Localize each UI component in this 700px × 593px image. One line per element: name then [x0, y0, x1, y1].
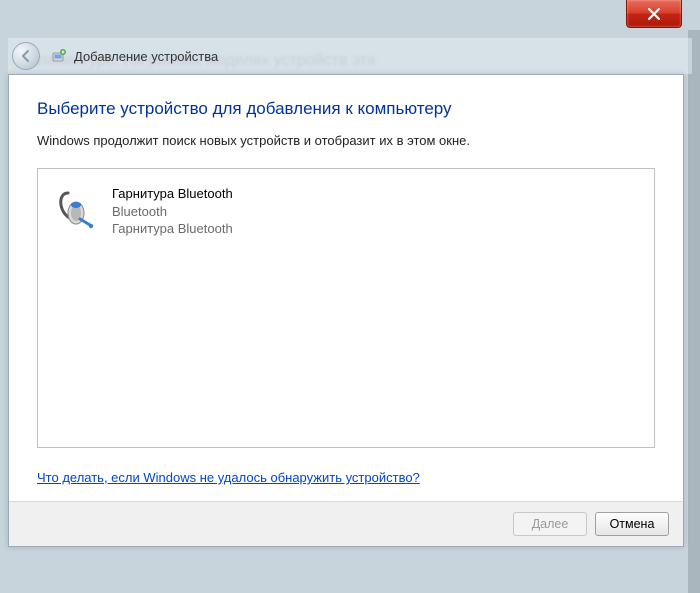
device-name: Гарнитура Bluetooth: [112, 185, 233, 203]
help-link[interactable]: Что делать, если Windows не удалось обна…: [37, 470, 420, 485]
button-bar: Далее Отмена: [9, 501, 683, 546]
back-button[interactable]: [12, 42, 40, 70]
device-type: Bluetooth: [112, 203, 233, 221]
nav-bar: Добавление устройства: [8, 38, 692, 74]
device-list: Гарнитура Bluetooth Bluetooth Гарнитура …: [37, 168, 655, 448]
background-scrollbar: [688, 30, 700, 593]
add-device-icon: [50, 47, 68, 65]
nav-title: Добавление устройства: [74, 49, 218, 64]
bluetooth-headset-icon: [54, 185, 98, 229]
device-desc: Гарнитура Bluetooth: [112, 220, 233, 238]
device-item[interactable]: Гарнитура Bluetooth Bluetooth Гарнитура …: [50, 181, 340, 242]
window-close-button[interactable]: [626, 0, 682, 28]
dialog-heading: Выберите устройство для добавления к ком…: [37, 99, 655, 119]
add-device-dialog: Выберите устройство для добавления к ком…: [8, 74, 684, 547]
close-icon: [647, 7, 661, 21]
back-arrow-icon: [19, 49, 33, 63]
dialog-subtext: Windows продолжит поиск новых устройств …: [37, 133, 655, 148]
cancel-button[interactable]: Отмена: [595, 512, 669, 536]
next-button[interactable]: Далее: [513, 512, 587, 536]
